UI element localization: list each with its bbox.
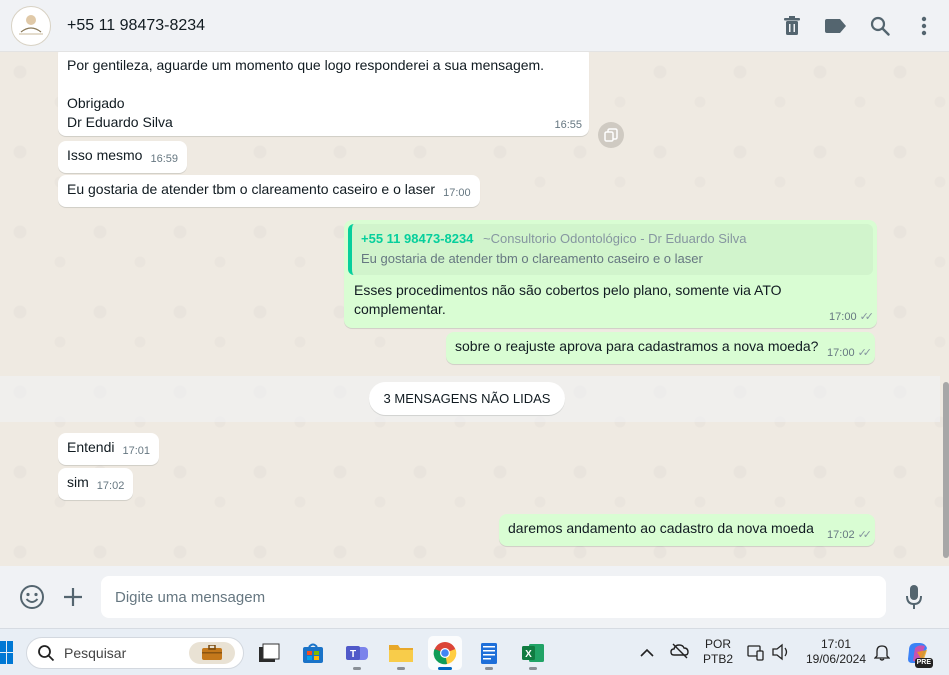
chrome-icon[interactable] [428,636,462,670]
quoted-message[interactable]: +55 11 98473-8234 ~Consultorio Odontológ… [348,224,873,275]
chat-header: +55 11 98473-8234 [0,0,949,52]
message-text: sim [67,474,89,490]
network-icon[interactable] [747,643,765,664]
notification-bell-icon[interactable] [873,643,891,664]
outgoing-message[interactable]: +55 11 98473-8234 ~Consultorio Odontológ… [344,220,877,328]
message-line: Dr Eduardo Silva [67,114,173,130]
message-line: Obrigado [67,95,125,111]
windows-start-icon[interactable] [0,641,14,668]
svg-text:X: X [525,649,532,660]
chat-area[interactable]: Por gentileza, aguarde um momento que lo… [0,52,949,566]
clock-time: 17:01 [820,637,852,651]
message-input[interactable] [101,576,886,618]
outgoing-message[interactable]: sobre o reajuste aprova para cadastramos… [446,332,875,364]
incoming-message[interactable]: Entendi 17:01 [58,433,160,465]
folder-icon[interactable] [384,636,418,670]
copilot-icon[interactable]: PRE [905,640,933,668]
menu-icon[interactable] [913,15,935,37]
emoji-icon[interactable] [18,583,46,611]
quote-author: +55 11 98473-8234 [361,231,474,246]
volume-icon[interactable] [771,643,791,664]
taskbar-clock[interactable]: 17:01 19/06/2024 [798,637,874,667]
input-language[interactable]: POR PTB2 [700,637,736,667]
unread-badge: 3 MENSAGENS NÃO LIDAS [369,382,565,415]
quote-group: ~Consultorio Odontológico - Dr Eduardo S… [483,231,747,246]
incoming-message[interactable]: Por gentileza, aguarde um momento que lo… [58,52,589,136]
message-time: 17:00 ✓✓ [827,347,873,359]
incoming-message[interactable]: sim 17:02 [58,468,134,500]
label-icon[interactable] [825,15,847,37]
message-text: daremos andamento ao cadastro da nova mo… [508,520,814,536]
message-text: sobre o reajuste aprova para cadastramos… [455,338,819,354]
preview-badge: PRE [914,658,933,668]
microphone-icon[interactable] [900,583,928,611]
taskbar-search[interactable]: Pesquisar [26,637,244,669]
incoming-message[interactable]: Isso mesmo 16:59 [58,141,187,173]
contact-name[interactable]: +55 11 98473-8234 [67,17,205,35]
clock-date: 19/06/2024 [805,652,867,666]
message-time: 17:00 ✓✓ [829,311,875,323]
read-ticks-icon: ✓✓ [857,347,873,359]
notepad-icon[interactable] [472,636,506,670]
message-text: Isso mesmo [67,147,143,163]
message-time: 16:59 [150,153,178,165]
onedrive-off-icon[interactable] [670,643,690,662]
copy-icon[interactable] [598,122,624,148]
search-placeholder: Pesquisar [64,645,127,661]
message-text: Entendi [67,439,115,455]
avatar-logo-icon [19,14,43,34]
incoming-message[interactable]: Eu gostaria de atender tbm o clareamento… [58,175,480,207]
chat-scrollbar[interactable] [943,382,949,558]
svg-text:T: T [350,649,356,660]
message-time: 17:02 ✓✓ [827,529,873,541]
teams-icon[interactable]: T [340,636,374,670]
quote-text: Eu gostaria de atender tbm o clareamento… [361,251,703,266]
message-text: Esses procedimentos não são cobertos pel… [354,282,782,317]
message-time: 17:00 [443,187,471,199]
windows-taskbar: Pesquisar T X POR PTB2 17:01 19/06/2024 … [0,628,949,675]
read-ticks-icon: ✓✓ [857,529,873,541]
excel-icon[interactable]: X [516,636,550,670]
attach-plus-icon[interactable] [59,583,87,611]
read-ticks-icon: ✓✓ [859,311,875,323]
briefcase-icon [189,642,235,664]
delete-icon[interactable] [781,15,803,37]
outgoing-message[interactable]: daremos andamento ao cadastro da nova mo… [499,514,875,546]
message-text: Eu gostaria de atender tbm o clareamento… [67,181,436,197]
message-line: Por gentileza, aguarde um momento que lo… [67,57,545,73]
message-time: 17:02 [96,480,125,492]
message-time: 17:01 [122,445,151,457]
search-icon[interactable] [869,15,891,37]
file-explorer-icon[interactable] [252,636,286,670]
contact-avatar[interactable] [11,5,51,46]
search-icon [38,645,55,662]
chevron-up-icon[interactable] [640,645,654,661]
message-composer [0,566,949,628]
microsoft-store-icon[interactable] [296,636,330,670]
message-time: 16:55 [554,119,582,131]
